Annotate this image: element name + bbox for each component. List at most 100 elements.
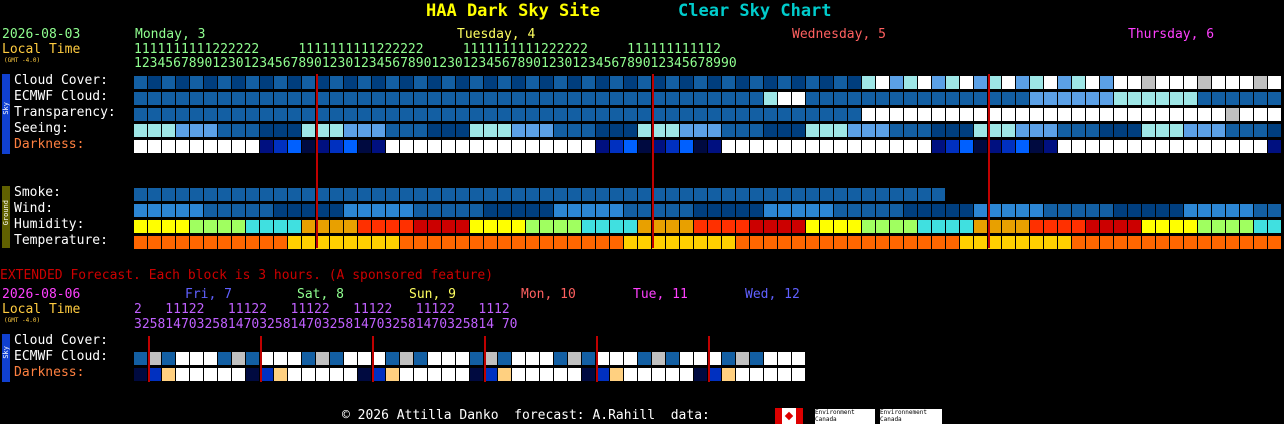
humidity-row-cell[interactable] (428, 220, 441, 233)
wind-row-cell[interactable] (596, 204, 609, 217)
ext-ecmwf-row-cell[interactable] (540, 352, 553, 365)
cloud-cover-row-cell[interactable] (666, 76, 679, 89)
ext-ecmwf-row-cell[interactable] (428, 352, 441, 365)
wind-row-cell[interactable] (414, 204, 427, 217)
ext-ecmwf-row-cell[interactable] (134, 352, 147, 365)
transparency-row-cell[interactable] (1086, 108, 1099, 121)
transparency-row-cell[interactable] (1170, 108, 1183, 121)
ext-darkness-row-cell[interactable] (330, 368, 343, 381)
seeing-row-cell[interactable] (386, 124, 399, 137)
transparency-row-cell[interactable] (722, 108, 735, 121)
darkness-row-cell[interactable] (1044, 140, 1057, 153)
humidity-row-cell[interactable] (414, 220, 427, 233)
transparency-row-cell[interactable] (862, 108, 875, 121)
wind-row-cell[interactable] (890, 204, 903, 217)
smoke-row-cell[interactable] (498, 188, 511, 201)
ext-darkness-row-cell[interactable] (344, 368, 357, 381)
ext-ecmwf-row-cell[interactable] (288, 352, 301, 365)
darkness-row-cell[interactable] (456, 140, 469, 153)
cloud-cover-row-cell[interactable] (1072, 76, 1085, 89)
ext-darkness-row-cell[interactable] (554, 368, 567, 381)
temperature-row-cell[interactable] (806, 236, 819, 249)
ecmwf-cloud-row-cell[interactable] (722, 92, 735, 105)
seeing-row-cell[interactable] (246, 124, 259, 137)
transparency-row-cell[interactable] (386, 108, 399, 121)
transparency-row-cell[interactable] (1058, 108, 1071, 121)
ext-ecmwf-row-cell[interactable] (204, 352, 217, 365)
ecmwf-cloud-row-cell[interactable] (1072, 92, 1085, 105)
ext-ecmwf-row-cell[interactable] (694, 352, 707, 365)
darkness-row-cell[interactable] (540, 140, 553, 153)
ecmwf-cloud-row-cell[interactable] (932, 92, 945, 105)
darkness-row-cell[interactable] (344, 140, 357, 153)
seeing-row-cell[interactable] (190, 124, 203, 137)
temperature-row-cell[interactable] (792, 236, 805, 249)
ecmwf-cloud-row-cell[interactable] (484, 92, 497, 105)
cloud-cover-row-cell[interactable] (1212, 76, 1225, 89)
darkness-row-cell[interactable] (610, 140, 623, 153)
cloud-cover-row-cell[interactable] (792, 76, 805, 89)
ext-ecmwf-row-cell[interactable] (526, 352, 539, 365)
wind-row-cell[interactable] (736, 204, 749, 217)
humidity-row-cell[interactable] (848, 220, 861, 233)
ext-darkness-row-cell[interactable] (316, 368, 329, 381)
temperature-row-cell[interactable] (442, 236, 455, 249)
seeing-row-cell[interactable] (904, 124, 917, 137)
humidity-row-cell[interactable] (344, 220, 357, 233)
cloud-cover-row-cell[interactable] (736, 76, 749, 89)
transparency-row-cell[interactable] (148, 108, 161, 121)
humidity-row-cell[interactable] (708, 220, 721, 233)
cloud-cover-row-cell[interactable] (162, 76, 175, 89)
wind-row-cell[interactable] (512, 204, 525, 217)
cloud-cover-row-cell[interactable] (820, 76, 833, 89)
smoke-row-cell[interactable] (876, 188, 889, 201)
seeing-row-cell[interactable] (1184, 124, 1197, 137)
humidity-row-cell[interactable] (932, 220, 945, 233)
transparency-row-cell[interactable] (1156, 108, 1169, 121)
temperature-row-cell[interactable] (456, 236, 469, 249)
ext-ecmwf-row-cell[interactable] (750, 352, 763, 365)
cloud-cover-row-cell[interactable] (400, 76, 413, 89)
darkness-row-cell[interactable] (1142, 140, 1155, 153)
cloud-cover-row-cell[interactable] (526, 76, 539, 89)
darkness-row-cell[interactable] (526, 140, 539, 153)
seeing-row-cell[interactable] (1212, 124, 1225, 137)
ext-darkness-row-cell[interactable] (778, 368, 791, 381)
wind-row-cell[interactable] (246, 204, 259, 217)
wind-row-cell[interactable] (946, 204, 959, 217)
ecmwf-cloud-row-cell[interactable] (680, 92, 693, 105)
seeing-row-cell[interactable] (232, 124, 245, 137)
ecmwf-cloud-row-cell[interactable] (302, 92, 315, 105)
ecmwf-cloud-row-cell[interactable] (1170, 92, 1183, 105)
darkness-row-cell[interactable] (288, 140, 301, 153)
cloud-cover-row-cell[interactable] (904, 76, 917, 89)
darkness-row-cell[interactable] (568, 140, 581, 153)
wind-row-cell[interactable] (624, 204, 637, 217)
humidity-row-cell[interactable] (820, 220, 833, 233)
ext-darkness-row-cell[interactable] (526, 368, 539, 381)
seeing-row-cell[interactable] (862, 124, 875, 137)
wind-row-cell[interactable] (540, 204, 553, 217)
ecmwf-cloud-row-cell[interactable] (638, 92, 651, 105)
seeing-row-cell[interactable] (918, 124, 931, 137)
ecmwf-cloud-row-cell[interactable] (792, 92, 805, 105)
darkness-row-cell[interactable] (1268, 140, 1281, 153)
smoke-row-cell[interactable] (722, 188, 735, 201)
humidity-row-cell[interactable] (274, 220, 287, 233)
ext-darkness-row-cell[interactable] (624, 368, 637, 381)
humidity-row-cell[interactable] (764, 220, 777, 233)
seeing-row-cell[interactable] (330, 124, 343, 137)
wind-row-cell[interactable] (428, 204, 441, 217)
darkness-row-cell[interactable] (918, 140, 931, 153)
ecmwf-cloud-row-cell[interactable] (610, 92, 623, 105)
ext-ecmwf-row-cell[interactable] (414, 352, 427, 365)
smoke-row-cell[interactable] (904, 188, 917, 201)
smoke-row-cell[interactable] (218, 188, 231, 201)
smoke-row-cell[interactable] (736, 188, 749, 201)
temperature-row-cell[interactable] (526, 236, 539, 249)
transparency-row-cell[interactable] (904, 108, 917, 121)
seeing-row-cell[interactable] (1226, 124, 1239, 137)
transparency-row-cell[interactable] (1198, 108, 1211, 121)
seeing-row-cell[interactable] (484, 124, 497, 137)
humidity-row-cell[interactable] (778, 220, 791, 233)
